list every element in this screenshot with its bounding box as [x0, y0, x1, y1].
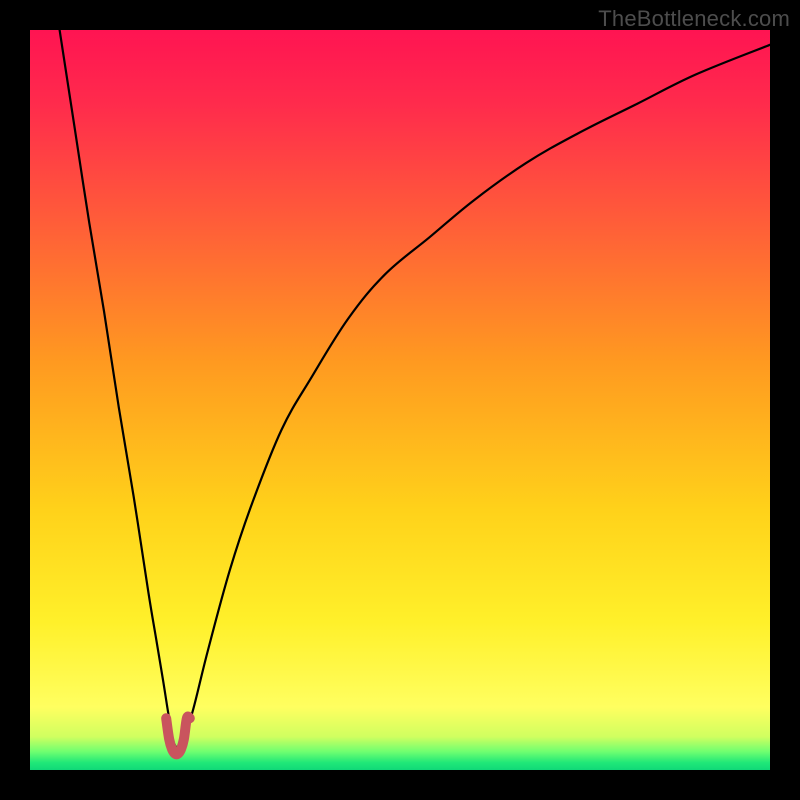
curve-layer [30, 30, 770, 770]
plot-area [30, 30, 770, 770]
chart-frame: TheBottleneck.com [0, 0, 800, 800]
attribution-text: TheBottleneck.com [598, 6, 790, 32]
bottleneck-curve [60, 30, 770, 748]
valley-marker [166, 717, 190, 755]
